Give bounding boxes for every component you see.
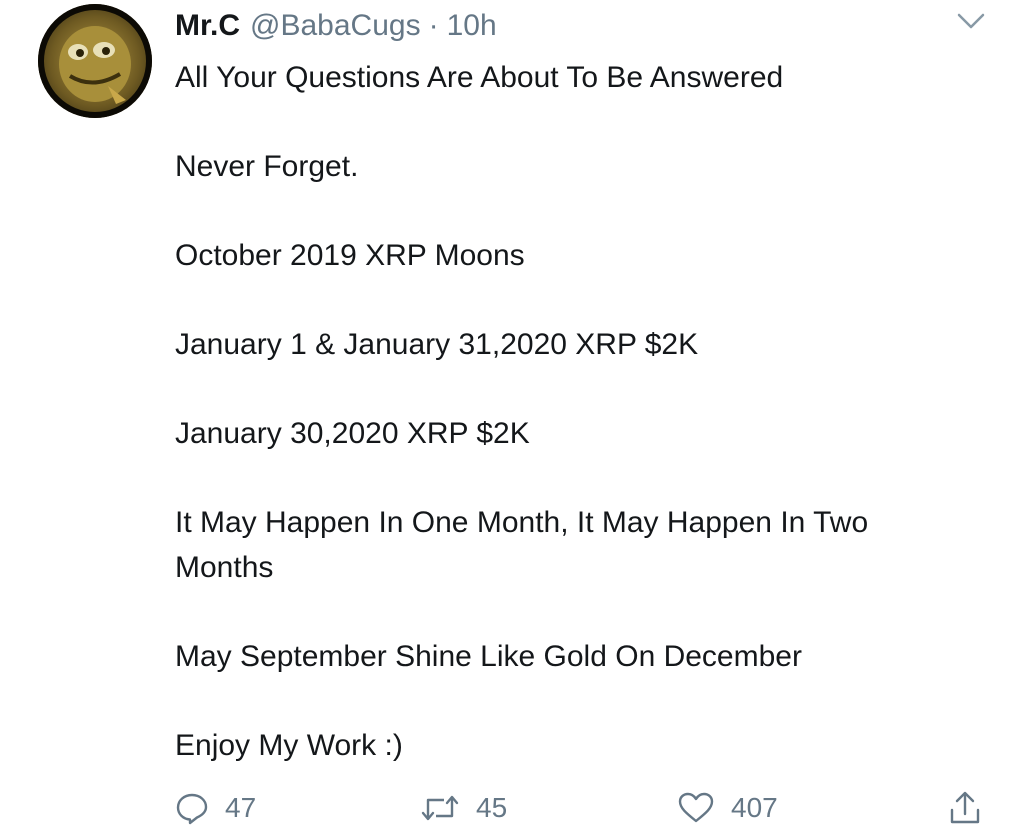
tweet[interactable]: Mr.C @BabaCugs · 10h All Your Questions … (0, 0, 1024, 830)
tweet-paragraph: Enjoy My Work :) (175, 729, 403, 762)
author-name[interactable]: Mr.C (175, 6, 240, 46)
share-button[interactable] (947, 786, 983, 830)
share-icon (947, 790, 983, 826)
tweet-actions: 47 45 407 (175, 786, 985, 830)
timestamp[interactable]: 10h (447, 6, 497, 46)
tweet-paragraph: Never Forget. (175, 150, 359, 183)
retweet-icon (420, 792, 460, 824)
reply-count: 47 (225, 792, 257, 823)
reply-icon (175, 791, 209, 825)
tweet-paragraph: October 2019 XRP Moons (175, 239, 525, 272)
tweet-paragraph: January 30,2020 XRP $2K (175, 417, 530, 450)
avatar[interactable] (38, 4, 152, 118)
like-count: 407 (731, 792, 778, 823)
tweet-paragraph: All Your Questions Are About To Be Answe… (175, 61, 784, 94)
tweet-paragraph: May September Shine Like Gold On Decembe… (175, 640, 802, 673)
heart-icon (677, 791, 715, 825)
like-button[interactable]: 407 (677, 786, 778, 830)
tweet-paragraph: It May Happen In One Month, It May Happe… (175, 506, 869, 584)
tweet-header: Mr.C @BabaCugs · 10h (175, 6, 497, 46)
separator-dot: · (428, 9, 439, 42)
author-handle[interactable]: @BabaCugs (250, 6, 421, 46)
tweet-paragraph: January 1 & January 31,2020 XRP $2K (175, 328, 699, 361)
chevron-down-icon[interactable] (956, 10, 986, 32)
retweet-button[interactable]: 45 (420, 786, 507, 830)
reply-button[interactable]: 47 (175, 786, 256, 830)
tweet-text: All Your Questions Are About To Be Answe… (175, 55, 955, 768)
retweet-count: 45 (476, 792, 508, 823)
